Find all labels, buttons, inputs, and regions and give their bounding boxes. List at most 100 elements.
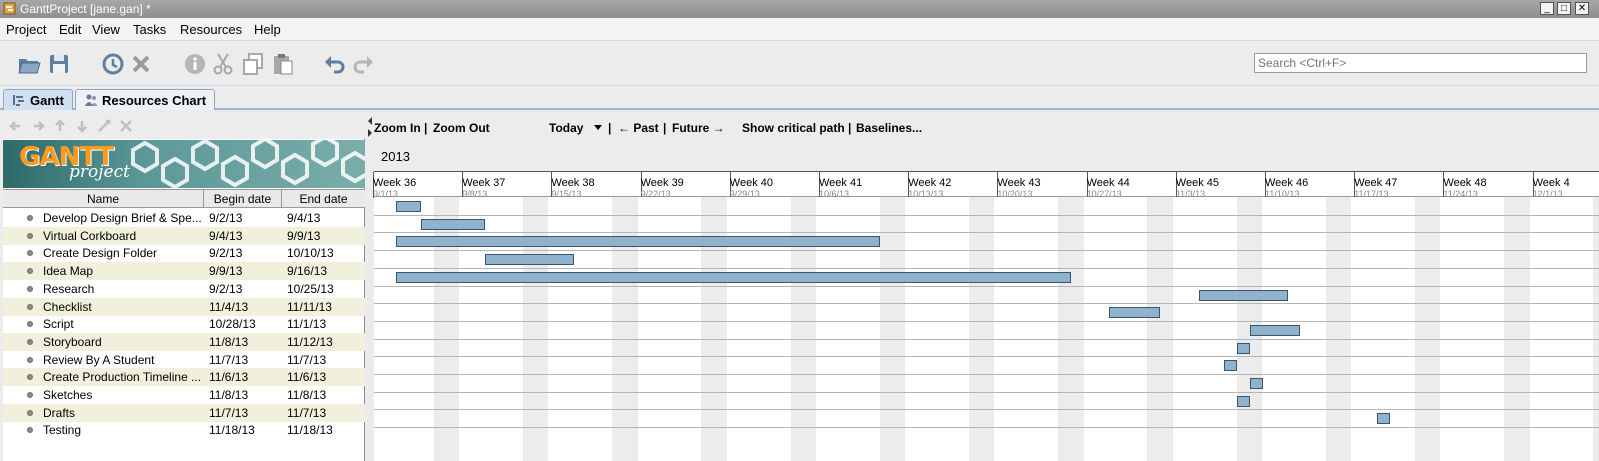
save-icon[interactable]	[46, 51, 72, 77]
menu-help[interactable]: Help	[254, 22, 281, 37]
task-bar[interactable]	[1236, 342, 1250, 354]
column-header-begin[interactable]: Begin date	[204, 192, 281, 206]
task-bar[interactable]	[1109, 307, 1161, 319]
task-bar[interactable]	[1249, 324, 1301, 336]
today-label: Today	[549, 121, 584, 135]
copy-icon[interactable]	[240, 51, 266, 77]
task-bar[interactable]	[484, 254, 575, 266]
task-begin-cell: 11/6/13	[209, 370, 249, 385]
row-divider	[374, 285, 1599, 287]
table-row[interactable]: Drafts 11/7/13 11/7/13	[3, 403, 365, 422]
table-row[interactable]: Script 10/28/13 11/1/13	[3, 315, 365, 333]
open-icon[interactable]	[16, 51, 42, 77]
past-link[interactable]: ← Past	[618, 121, 659, 135]
week-label: Week 44	[1086, 177, 1130, 189]
zoom-out-link[interactable]: Zoom Out	[433, 121, 490, 135]
tab-gantt[interactable]: Gantt	[3, 89, 73, 110]
toolbar-separator: |	[848, 121, 852, 135]
task-name-cell: Script	[43, 317, 74, 332]
menu-edit[interactable]: Edit	[59, 22, 81, 37]
task-bar[interactable]	[421, 218, 485, 230]
task-bullet-icon	[27, 321, 33, 328]
today-dropdown[interactable]: Today	[549, 121, 603, 135]
gantt-chart-panel: Zoom In | Zoom Out Today | ← Past | Futu…	[373, 113, 1599, 461]
menu-tasks[interactable]: Tasks	[133, 22, 166, 37]
task-bullet-icon	[27, 250, 33, 257]
row-divider	[374, 427, 1599, 429]
row-divider	[374, 250, 1599, 252]
task-begin-cell: 11/7/13	[209, 352, 249, 367]
hexagon-pattern	[131, 140, 365, 188]
row-divider	[374, 267, 1599, 269]
history-icon[interactable]	[100, 51, 126, 77]
table-row[interactable]: Create Production Timeline ... 11/6/13 11/…	[3, 368, 365, 387]
table-row[interactable]: Create Design Folder 9/2/13 10/10/13	[3, 244, 365, 262]
menu-view[interactable]: View	[92, 22, 120, 37]
weekend-column	[1058, 197, 1084, 461]
table-row[interactable]: Research 9/2/13 10/25/13	[3, 280, 365, 298]
close-button[interactable]: ✕	[1575, 2, 1589, 15]
task-bar[interactable]	[1198, 289, 1288, 301]
task-end-cell: 11/12/13	[287, 334, 333, 349]
gantt-grid	[374, 197, 1599, 461]
show-critical-path-link[interactable]: Show critical path	[742, 121, 845, 135]
task-bullet-icon	[27, 427, 33, 434]
app-icon	[3, 2, 16, 15]
unindent-icon[interactable]	[8, 118, 24, 134]
gantt-icon	[13, 95, 24, 106]
row-divider	[374, 338, 1599, 340]
task-end-cell: 9/4/13	[287, 211, 321, 225]
menu-project[interactable]: Project	[6, 22, 46, 37]
task-bar[interactable]	[395, 201, 422, 212]
table-row[interactable]: Virtual Corkboard 9/4/13 9/9/13	[3, 226, 365, 245]
table-row[interactable]: Review By A Student 11/7/13 11/7/13	[3, 351, 365, 369]
task-name-cell: Testing	[43, 423, 82, 438]
task-bar[interactable]	[1236, 395, 1250, 407]
task-bar[interactable]	[395, 271, 1072, 283]
task-name-cell: Review By A Student	[43, 352, 155, 367]
properties-icon[interactable]	[182, 51, 208, 77]
table-row[interactable]: Develop Design Brief & Spe... 9/2/13 9/4/1…	[3, 209, 365, 227]
zoom-in-link[interactable]: Zoom In	[374, 121, 421, 135]
weekend-column	[1414, 197, 1441, 461]
year-label: 2013	[381, 149, 410, 164]
week-label: Week 46	[1265, 177, 1309, 189]
task-bar[interactable]	[1249, 378, 1263, 389]
minimize-button[interactable]: _	[1540, 2, 1554, 15]
link-icon[interactable]	[96, 118, 112, 134]
future-link[interactable]: Future →	[672, 121, 725, 135]
move-down-icon[interactable]	[74, 118, 90, 134]
row-divider	[374, 320, 1599, 322]
maximize-button[interactable]: □	[1557, 2, 1571, 15]
task-bar[interactable]	[395, 236, 880, 248]
timeline-header: Week 36 9/1/13 Week 37 9/8/13 Week 38 9/15/13…	[373, 171, 1599, 199]
menu-bar: Project Edit View Tasks Resources Help	[0, 18, 1599, 40]
menu-resources[interactable]: Resources	[180, 22, 242, 37]
table-row[interactable]: Sketches 11/8/13 11/8/13	[3, 386, 365, 404]
week-label: Week 43	[997, 177, 1041, 189]
search-input[interactable]	[1254, 53, 1587, 73]
column-header-end[interactable]: End date	[282, 192, 365, 206]
collapse-arrows-icon[interactable]	[367, 115, 373, 139]
panel-splitter[interactable]	[366, 113, 374, 461]
tab-gantt-label: Gantt	[30, 93, 64, 108]
task-bar[interactable]	[1376, 413, 1390, 425]
table-row[interactable]: Checklist 11/4/13 11/11/13	[3, 297, 365, 316]
tab-resources-chart[interactable]: Resources Chart	[75, 89, 216, 110]
week-label: Week 48	[1443, 177, 1487, 189]
unlink-icon[interactable]	[118, 118, 134, 134]
resources-icon	[85, 94, 98, 106]
redo-icon[interactable]	[350, 51, 376, 77]
cut-icon[interactable]	[210, 51, 236, 77]
table-row[interactable]: Idea Map 9/9/13 9/16/13	[3, 262, 365, 281]
move-up-icon[interactable]	[52, 118, 68, 134]
table-row[interactable]: Testing 11/18/13 11/18/13	[3, 421, 365, 439]
table-row[interactable]: Storyboard 11/8/13 11/12/13	[3, 332, 365, 351]
indent-icon[interactable]	[30, 118, 46, 134]
baselines-link[interactable]: Baselines...	[856, 121, 922, 135]
task-bar[interactable]	[1224, 360, 1238, 372]
paste-icon[interactable]	[270, 51, 296, 77]
delete-icon[interactable]	[128, 51, 154, 77]
undo-icon[interactable]	[322, 51, 348, 77]
column-header-name[interactable]: Name	[3, 192, 203, 206]
